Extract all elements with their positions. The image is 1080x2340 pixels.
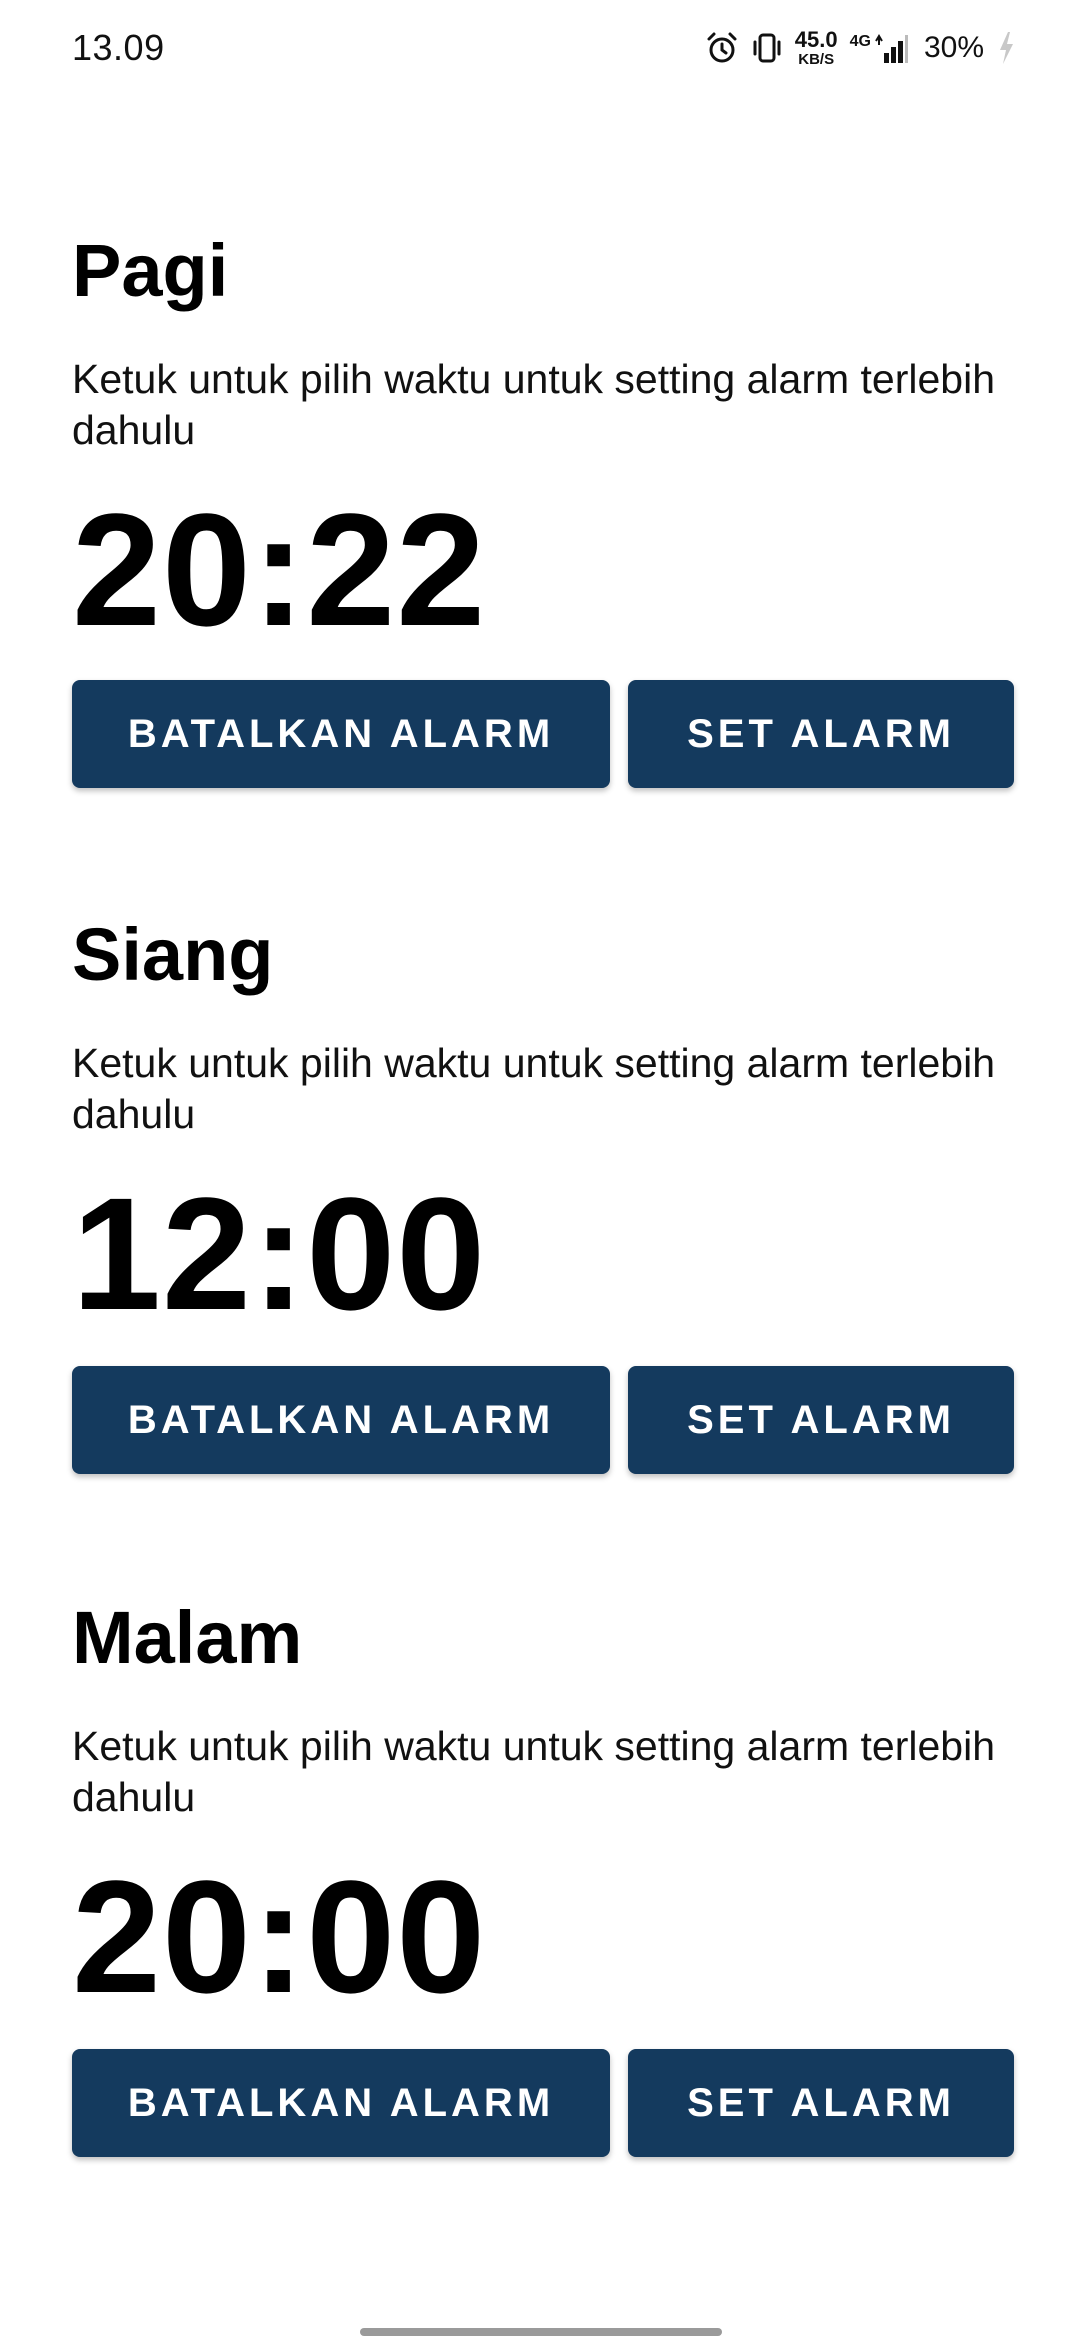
status-bar: 13.09 45.0 KB/S 4G 30%: [0, 0, 1080, 96]
set-alarm-button[interactable]: SET ALARM: [628, 1366, 1014, 1474]
section-hint: Ketuk untuk pilih waktu untuk setting al…: [72, 1723, 996, 1820]
network-indicator: 4G: [850, 31, 908, 65]
alarm-time-picker[interactable]: 12:00: [72, 1174, 1014, 1334]
alarm-section-malam: Malam Ketuk untuk pilih waktu untuk sett…: [72, 1593, 1014, 2157]
section-title: Pagi: [72, 229, 229, 312]
set-alarm-button[interactable]: SET ALARM: [628, 2049, 1014, 2157]
net-speed-value: 45.0: [794, 27, 838, 52]
cancel-alarm-button[interactable]: BATALKAN ALARM: [72, 1366, 610, 1474]
section-hint: Ketuk untuk pilih waktu untuk setting al…: [72, 356, 996, 453]
button-row: BATALKAN ALARM SET ALARM: [72, 1366, 1014, 1474]
section-title: Siang: [72, 913, 274, 996]
cancel-alarm-button[interactable]: BATALKAN ALARM: [72, 680, 610, 788]
alarm-section-siang: Siang Ketuk untuk pilih waktu untuk sett…: [72, 910, 1014, 1474]
alarm-icon: [705, 31, 739, 65]
network-type: 4G: [849, 33, 871, 50]
alarm-time-picker[interactable]: 20:22: [72, 490, 1014, 650]
set-alarm-button[interactable]: SET ALARM: [628, 680, 1014, 788]
button-row: BATALKAN ALARM SET ALARM: [72, 2049, 1014, 2157]
vibrate-icon: [751, 31, 783, 65]
cancel-alarm-button[interactable]: BATALKAN ALARM: [72, 2049, 610, 2157]
section-title: Malam: [72, 1596, 303, 1679]
status-icons: 45.0 KB/S 4G 30%: [705, 24, 1016, 72]
alarm-section-pagi: Pagi Ketuk untuk pilih waktu untuk setti…: [72, 226, 1014, 788]
status-time: 13.09: [72, 27, 165, 68]
signal-icon: [874, 31, 908, 65]
section-hint: Ketuk untuk pilih waktu untuk setting al…: [72, 1040, 996, 1137]
alarm-time-picker[interactable]: 20:00: [72, 1857, 1014, 2017]
battery-charging-icon: [996, 30, 1016, 66]
battery-percentage: 30%: [923, 31, 984, 64]
net-speed: 45.0 KB/S: [794, 27, 838, 68]
net-speed-unit: KB/S: [798, 51, 835, 68]
button-row: BATALKAN ALARM SET ALARM: [72, 680, 1014, 788]
home-indicator[interactable]: [360, 2328, 722, 2336]
